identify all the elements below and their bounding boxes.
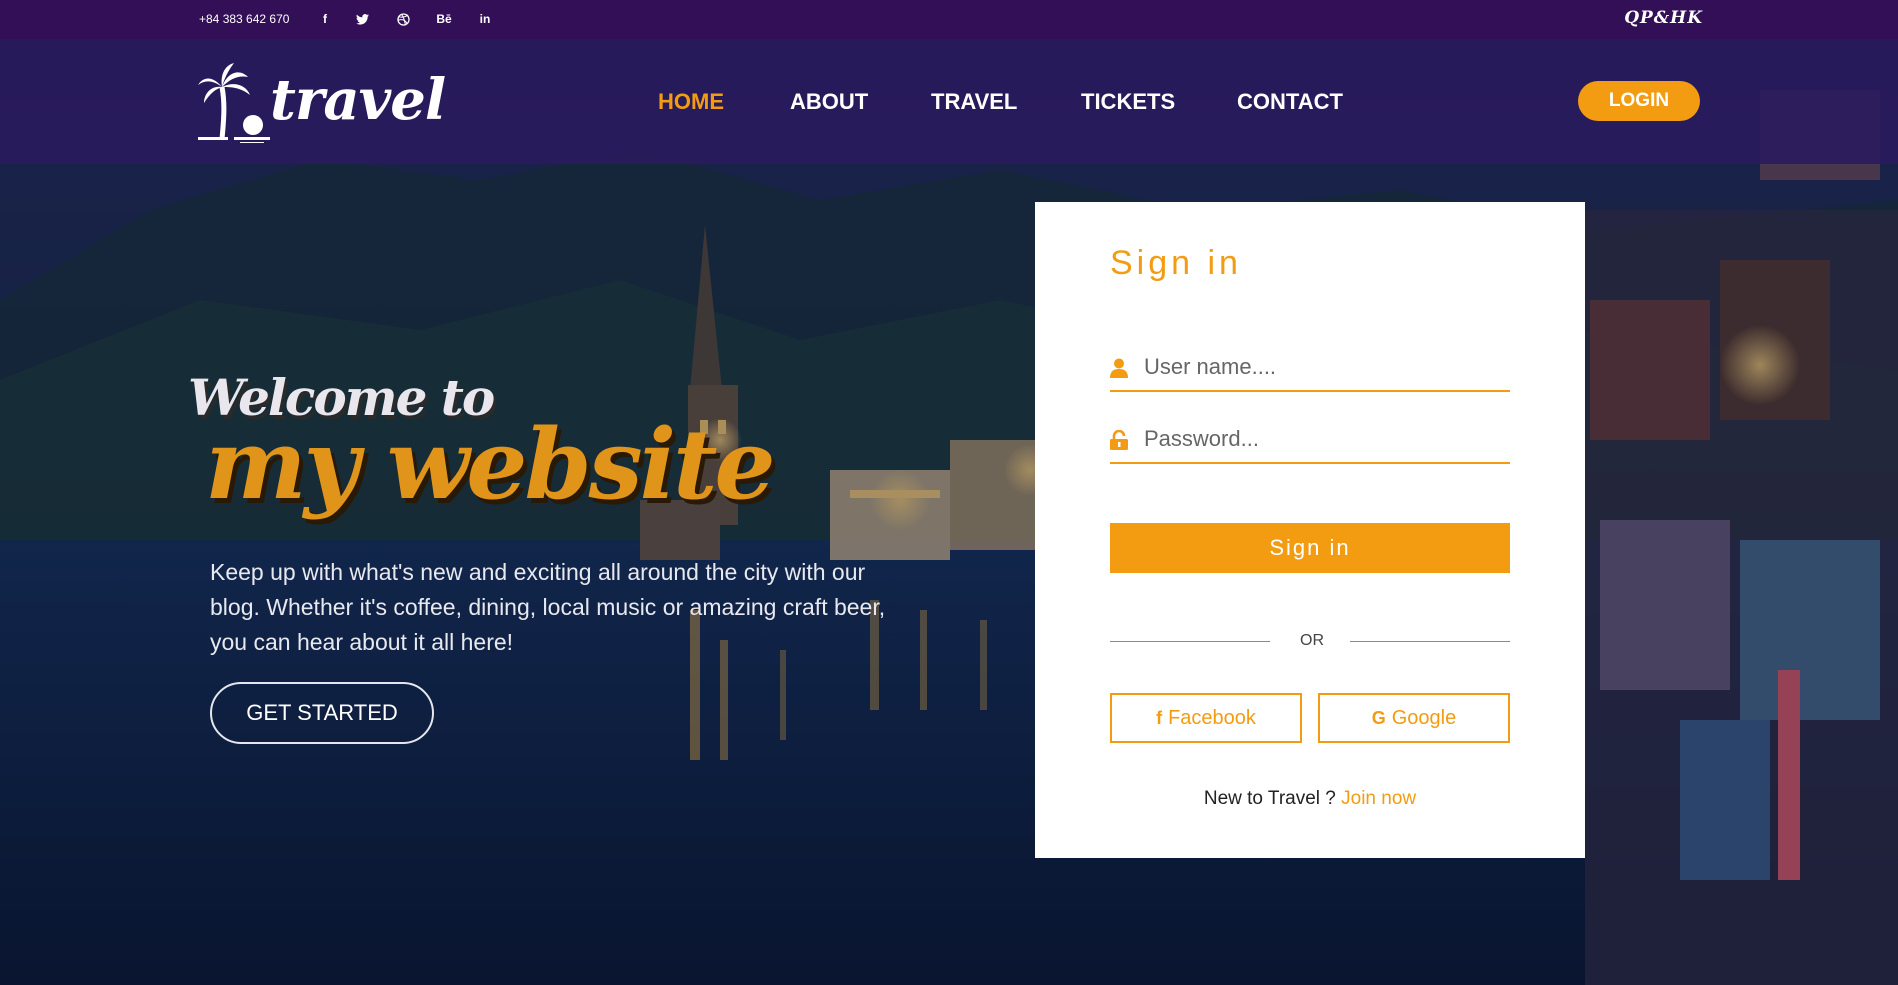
google-icon: G <box>1371 707 1386 728</box>
username-input[interactable] <box>1144 350 1504 384</box>
twitter-icon[interactable] <box>352 9 372 29</box>
google-label: Google <box>1391 706 1457 729</box>
phone-number: +84 383 642 670 <box>199 12 290 26</box>
behance-icon[interactable]: Bē <box>434 9 454 29</box>
join-prompt: New to Travel ? Join now <box>1035 788 1585 810</box>
nav-home[interactable]: HOME <box>658 89 724 115</box>
join-prompt-text: New to Travel ? <box>1203 788 1336 809</box>
divider-right <box>1350 641 1510 642</box>
dribbble-icon[interactable] <box>393 9 413 29</box>
main-navbar: travel HOME ABOUT TRAVEL TICKETS CONTACT… <box>0 39 1898 164</box>
nav-tickets[interactable]: TICKETS <box>1081 89 1175 115</box>
brand-mark: QP&HK <box>1624 8 1703 28</box>
logo-text: travel <box>270 67 446 133</box>
signin-title: Sign in <box>1110 244 1242 282</box>
site-logo[interactable]: travel <box>198 63 446 144</box>
facebook-icon: f <box>1156 707 1163 728</box>
user-icon <box>1110 358 1128 378</box>
signin-card: Sign in Sign in OR f Facebook G Google N… <box>1035 202 1585 858</box>
password-field <box>1110 416 1510 464</box>
nav-contact[interactable]: CONTACT <box>1237 89 1343 115</box>
facebook-icon[interactable]: f <box>315 9 335 29</box>
palm-tree-icon <box>198 63 270 144</box>
get-started-button[interactable]: GET STARTED <box>210 682 434 744</box>
join-now-link[interactable]: Join now <box>1341 788 1416 809</box>
or-divider-text: OR <box>1300 632 1324 649</box>
nav-about[interactable]: ABOUT <box>790 89 868 115</box>
lock-icon <box>1110 430 1128 450</box>
nav-travel[interactable]: TRAVEL <box>931 89 1017 115</box>
divider-left <box>1110 641 1270 642</box>
linkedin-icon[interactable]: in <box>475 9 495 29</box>
hero-description: Keep up with what's new and exciting all… <box>210 559 886 655</box>
google-login-button[interactable]: G Google <box>1318 693 1510 743</box>
facebook-login-button[interactable]: f Facebook <box>1110 693 1302 743</box>
password-input[interactable] <box>1144 422 1504 456</box>
hero-headline: my website <box>205 408 776 521</box>
login-button[interactable]: LOGIN <box>1578 81 1700 121</box>
username-field <box>1110 344 1510 392</box>
signin-submit-button[interactable]: Sign in <box>1110 523 1510 573</box>
top-bar: +84 383 642 670 f Bē in QP&HK <box>0 0 1898 39</box>
facebook-label: Facebook <box>1168 706 1256 729</box>
